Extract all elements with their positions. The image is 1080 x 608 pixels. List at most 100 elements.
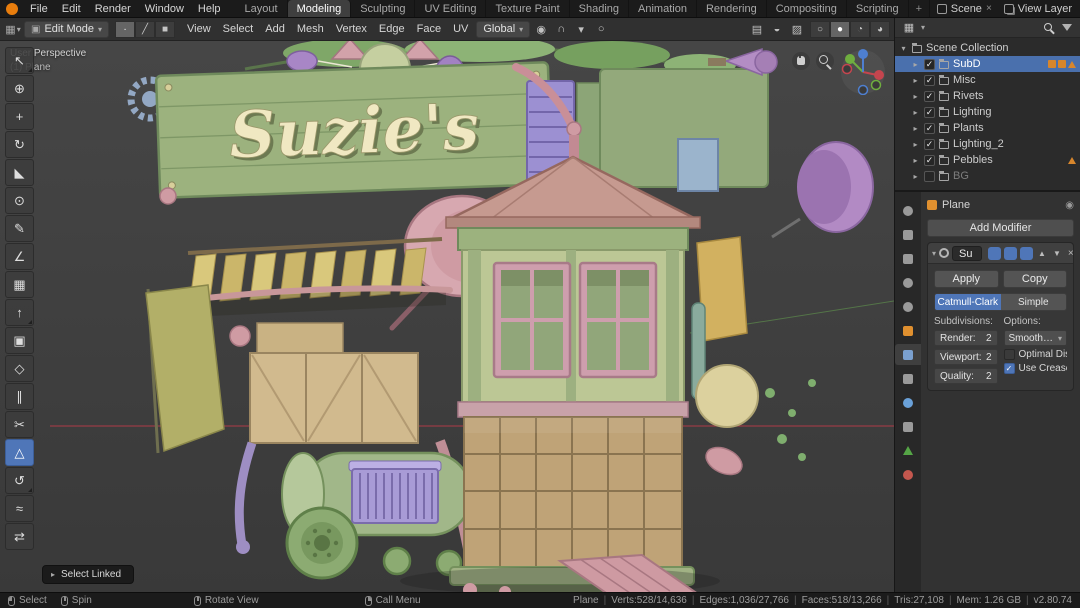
collection-checkbox[interactable]: ✓: [924, 74, 935, 86]
move-up-button[interactable]: ▲: [1036, 249, 1048, 258]
spin-tool[interactable]: ↺: [5, 467, 34, 494]
workspace-tab-rendering[interactable]: Rendering: [697, 0, 767, 17]
outliner-item-pebbles[interactable]: ▸ ✓ Pebbles: [895, 152, 1080, 168]
delete-modifier-icon[interactable]: ×: [1066, 248, 1076, 259]
move-down-button[interactable]: ▼: [1051, 249, 1063, 258]
rendered-shading-button[interactable]: ◕: [870, 20, 890, 38]
snap-options-icon[interactable]: ▾: [572, 21, 590, 38]
quality-field[interactable]: Quality: 2: [934, 368, 998, 384]
outliner-editor-icon[interactable]: ▦: [900, 19, 918, 36]
bevel-tool[interactable]: ◇: [5, 355, 34, 382]
edit-mode-display-toggle[interactable]: [988, 246, 1002, 260]
constraints-properties-tab[interactable]: [895, 416, 921, 437]
menu-select[interactable]: Select: [217, 23, 260, 35]
solid-shading-button[interactable]: ●: [830, 20, 850, 38]
workspace-tab-compositing[interactable]: Compositing: [767, 0, 847, 17]
object-data-properties-tab[interactable]: [895, 440, 921, 461]
menu-vertex[interactable]: Vertex: [330, 23, 373, 35]
expand-icon[interactable]: ▸: [911, 124, 920, 133]
mode-dropdown[interactable]: ▣ Edit Mode ▾: [24, 20, 109, 38]
expand-icon[interactable]: ▸: [911, 108, 920, 117]
object-properties-tab[interactable]: [895, 320, 921, 341]
rotate-tool[interactable]: ↻: [5, 131, 34, 158]
menu-render[interactable]: Render: [88, 3, 138, 15]
workspace-tab-shading[interactable]: Shading: [570, 0, 630, 17]
outliner-item-bg[interactable]: ▸ BG: [895, 168, 1080, 184]
blender-logo-icon[interactable]: [6, 3, 18, 15]
collapse-icon[interactable]: ▾: [932, 249, 936, 258]
select-box-tool[interactable]: ↖: [5, 47, 34, 74]
outliner-item-lighting-2[interactable]: ▸ ✓ Lighting_2: [895, 136, 1080, 152]
world-properties-tab[interactable]: [895, 296, 921, 317]
output-properties-tab[interactable]: [895, 224, 921, 245]
outliner-item-plants[interactable]: ▸ ✓ Plants: [895, 120, 1080, 136]
uv-smooth-dropdown[interactable]: Smooth, keep c... ▾: [1003, 330, 1067, 346]
poly-build-tool[interactable]: △: [5, 439, 34, 466]
pin-icon[interactable]: ◉: [1065, 200, 1074, 211]
proportional-editing-icon[interactable]: ○: [592, 21, 610, 38]
outliner-item-rivets[interactable]: ▸ ✓ Rivets: [895, 88, 1080, 104]
use-creases-checkbox[interactable]: ✓ Use Creases: [1003, 363, 1067, 374]
collection-checkbox[interactable]: ✓: [924, 138, 935, 150]
wireframe-shading-button[interactable]: ○: [810, 20, 830, 38]
physics-properties-tab[interactable]: [895, 392, 921, 413]
collection-checkbox[interactable]: ✓: [924, 58, 935, 70]
operator-panel[interactable]: ▸ Select Linked: [42, 565, 135, 584]
menu-face[interactable]: Face: [411, 23, 447, 35]
vertex-select-mode-button[interactable]: ∙: [115, 20, 135, 38]
expand-icon[interactable]: ▸: [911, 156, 920, 165]
modifier-name-field[interactable]: Su: [952, 245, 983, 261]
collapse-icon[interactable]: ▾: [899, 44, 908, 53]
edge-select-mode-button[interactable]: ╱: [135, 20, 155, 38]
orientation-dropdown[interactable]: Global ▾: [476, 20, 531, 38]
workspace-tab-texture-paint[interactable]: Texture Paint: [486, 0, 570, 17]
unlink-scene-icon[interactable]: ×: [986, 3, 992, 14]
add-cube-tool[interactable]: ▦: [5, 271, 34, 298]
menu-mesh[interactable]: Mesh: [291, 23, 330, 35]
view-layer-selector[interactable]: View Layer: [1003, 3, 1072, 15]
loop-cut-tool[interactable]: ∥: [5, 383, 34, 410]
scene-selector[interactable]: Scene ×: [936, 3, 992, 15]
collection-checkbox[interactable]: [924, 170, 935, 182]
xray-toggle-icon[interactable]: ▨: [788, 21, 806, 38]
workspace-tab-sculpting[interactable]: Sculpting: [351, 0, 416, 17]
copy-button[interactable]: Copy: [1002, 270, 1067, 288]
workspace-tab-modeling[interactable]: Modeling: [287, 0, 352, 17]
show-gizmo-icon[interactable]: ▤: [748, 21, 766, 38]
transform-tool[interactable]: ⊙: [5, 187, 34, 214]
expand-icon[interactable]: ▸: [911, 172, 920, 181]
smooth-tool[interactable]: ≈: [5, 495, 34, 522]
realtime-display-toggle[interactable]: [1004, 246, 1018, 260]
measure-tool[interactable]: ∠: [5, 243, 34, 270]
expand-icon[interactable]: ▸: [911, 140, 920, 149]
move-tool[interactable]: +: [5, 103, 34, 130]
material-properties-tab[interactable]: [895, 464, 921, 485]
extrude-region-tool[interactable]: ↑: [5, 299, 34, 326]
optimal-display-checkbox[interactable]: Optimal Displ...: [1003, 349, 1067, 360]
menu-help[interactable]: Help: [191, 3, 228, 15]
snap-magnet-icon[interactable]: ∩: [552, 21, 570, 38]
apply-button[interactable]: Apply: [934, 270, 999, 288]
expand-icon[interactable]: ▸: [911, 76, 920, 85]
catmull-clark-option[interactable]: Catmull-Clark: [935, 294, 1001, 310]
outliner-item-subd[interactable]: ▸ ✓ SubD: [895, 56, 1080, 72]
outliner-item-lighting[interactable]: ▸ ✓ Lighting: [895, 104, 1080, 120]
simple-option[interactable]: Simple: [1000, 294, 1066, 310]
menu-window[interactable]: Window: [138, 3, 191, 15]
render-display-toggle[interactable]: [1020, 246, 1034, 260]
menu-view[interactable]: View: [181, 23, 217, 35]
inset-faces-tool[interactable]: ▣: [5, 327, 34, 354]
editor-type-icon[interactable]: ▦ ▾: [4, 21, 22, 38]
outliner-filter-icon[interactable]: [1062, 24, 1072, 31]
workspace-tab-layout[interactable]: Layout: [236, 0, 288, 17]
zoom-view-icon[interactable]: [816, 52, 834, 70]
show-overlays-icon[interactable]: ◒: [768, 21, 786, 38]
collection-checkbox[interactable]: ✓: [924, 122, 935, 134]
knife-tool[interactable]: ✂: [5, 411, 34, 438]
menu-add[interactable]: Add: [259, 23, 291, 35]
scene-properties-tab[interactable]: [895, 272, 921, 293]
menu-file[interactable]: File: [23, 3, 55, 15]
add-workspace-button[interactable]: +: [909, 0, 931, 17]
collection-checkbox[interactable]: ✓: [924, 90, 935, 102]
navigation-gizmo[interactable]: [840, 49, 886, 95]
